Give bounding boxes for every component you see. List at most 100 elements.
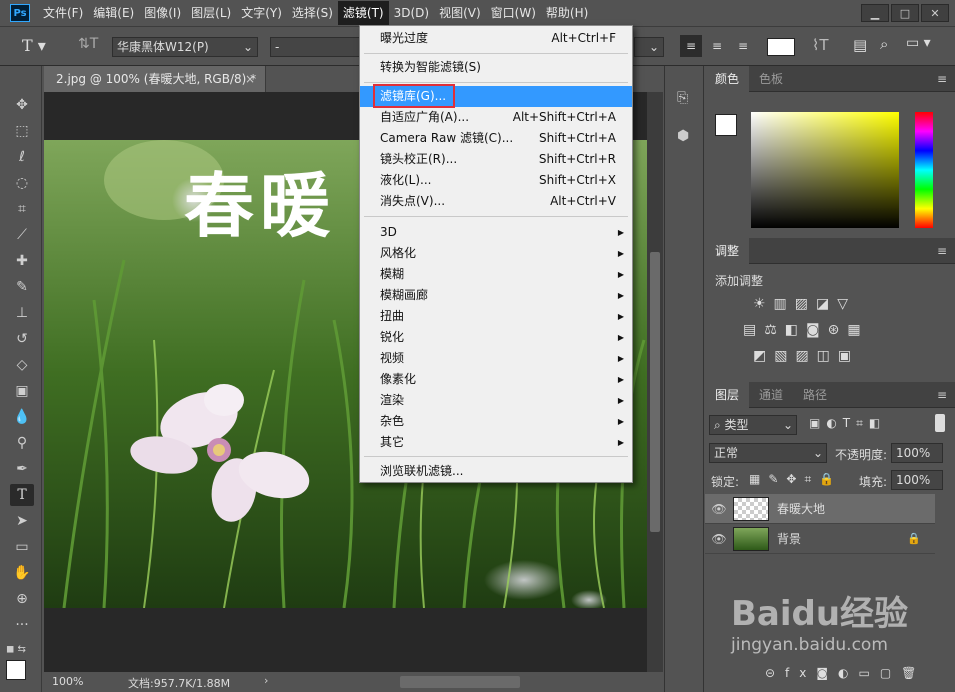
gradient-tool-icon[interactable]: ▣ [10,380,34,402]
foreground-color-swatch[interactable] [6,660,26,680]
menu-select[interactable]: 选择(S) [287,1,338,25]
crop-tool-icon[interactable]: ⌗ [10,198,34,220]
menu-item-liquify[interactable]: 液化(L)... Shift+Ctrl+X [360,170,632,191]
lock-icons[interactable]: ▦✎✥⌗🔒 [749,472,842,487]
lasso-tool-icon[interactable]: ℓ [10,146,34,168]
minimize-button[interactable]: ▁ [861,4,889,22]
menu-filter[interactable]: 滤镜(T) [337,1,389,25]
opacity-input[interactable]: 100% [891,443,943,463]
menu-item-vanishing-point[interactable]: 消失点(V)... Alt+Ctrl+V [360,191,632,212]
menu-item-blur[interactable]: 模糊 ▶ [360,264,632,285]
3d-panel-icon[interactable]: ⬢ [677,128,689,144]
foreground-swatch[interactable] [715,114,737,136]
zoom-level[interactable]: 100% [52,675,83,688]
filter-toggle[interactable] [935,414,945,432]
default-colors-icon[interactable]: ◼ ⇆ [6,644,26,655]
document-tab[interactable]: 2.jpg @ 100% (春暖大地, RGB/8) * × [44,66,266,92]
menu-window[interactable]: 窗口(W) [486,1,541,25]
brush-tool-icon[interactable]: ✎ [10,276,34,298]
search-icon[interactable]: ⌕ [880,35,888,53]
tab-channels[interactable]: 通道 [749,382,793,408]
stamp-tool-icon[interactable]: ⊥ [10,302,34,324]
menu-item-camera-raw[interactable]: Camera Raw 滤镜(C)... Shift+Ctrl+A [360,128,632,149]
adjustment-icons-row-1[interactable]: ☀▥▨◪▽ [753,296,856,312]
text-orientation-icon[interactable]: ⇅T [78,36,98,52]
tab-paths[interactable]: 路径 [793,382,837,408]
menu-type[interactable]: 文字(Y) [236,1,287,25]
adjustment-icons-row-2[interactable]: ▤⚖◧◙⊛▦ [743,322,869,338]
close-tab-icon[interactable]: × [245,66,255,92]
font-style-select[interactable]: - [270,37,360,57]
quick-select-tool-icon[interactable]: ◌ [10,172,34,194]
menu-help[interactable]: 帮助(H) [541,1,593,25]
hand-tool-icon[interactable]: ✋ [10,562,34,584]
layer-row-text[interactable]: 👁 春暖大地 [705,494,935,524]
path-select-icon[interactable]: ➤ [10,510,34,532]
menu-item-render[interactable]: 渲染 ▶ [360,390,632,411]
close-window-button[interactable]: ✕ [921,4,949,22]
align-left-icon[interactable]: ≡ [680,35,702,57]
menu-3d[interactable]: 3D(D) [389,1,434,25]
menu-item-last-filter[interactable]: 曝光过度 Alt+Ctrl+F [360,28,632,49]
rectangle-tool-icon[interactable]: ▭ [10,536,34,558]
menu-item-browse-online[interactable]: 浏览联机滤镜... [360,461,632,482]
eraser-tool-icon[interactable]: ◇ [10,354,34,376]
horizontal-scrollbar[interactable] [400,676,520,688]
dodge-tool-icon[interactable]: ⚲ [10,432,34,454]
color-field[interactable] [751,112,899,228]
menu-item-other[interactable]: 其它 ▶ [360,432,632,453]
tab-swatches[interactable]: 色板 [749,66,793,92]
status-arrow-icon[interactable]: › [264,674,268,687]
history-panel-icon[interactable]: ⎘ [677,90,688,106]
layer-filter-icons[interactable]: ▣◐T⌗◧ [809,416,886,431]
menu-item-blur-gallery[interactable]: 模糊画廊 ▶ [360,285,632,306]
menu-item-distort[interactable]: 扭曲 ▶ [360,306,632,327]
menu-item-smart-filter[interactable]: 转换为智能滤镜(S) [360,57,632,78]
warp-text-icon[interactable]: ⌇T [812,36,829,54]
fill-input[interactable]: 100% [891,470,943,490]
menu-item-3d[interactable]: 3D ▶ [360,222,632,243]
type-tool-icon[interactable]: T [10,484,34,506]
type-tool-preset-icon[interactable]: T ▾ [22,36,46,55]
hue-slider[interactable] [915,112,933,228]
pen-tool-icon[interactable]: ✒ [10,458,34,480]
layer-bottom-icons[interactable]: ⊝fx◙◐▭▢🗑 [765,666,926,680]
panel-menu-icon[interactable]: ≡ [937,72,947,86]
character-panel-icon[interactable]: ▤ [853,36,867,54]
menu-item-stylize[interactable]: 风格化 ▶ [360,243,632,264]
tab-layers[interactable]: 图层 [705,381,750,408]
maximize-button[interactable]: □ [891,4,919,22]
menu-item-sharpen[interactable]: 锐化 ▶ [360,327,632,348]
align-center-icon[interactable]: ≡ [706,35,728,57]
history-brush-icon[interactable]: ↺ [10,328,34,350]
font-family-select[interactable]: 华康黑体W12(P) ⌄ [112,37,258,57]
layer-kind-filter[interactable]: ⌕ 类型 ⌄ [709,415,797,435]
menu-item-lens-correction[interactable]: 镜头校正(R)... Shift+Ctrl+R [360,149,632,170]
menu-view[interactable]: 视图(V) [434,1,486,25]
blur-tool-icon[interactable]: 💧 [10,406,34,428]
text-color-swatch[interactable] [767,38,795,56]
more-tools-icon[interactable]: ··· [10,614,34,636]
tab-adjustments[interactable]: 调整 [705,237,750,264]
blend-mode-select[interactable]: 正常 ⌄ [709,443,827,463]
align-right-icon[interactable]: ≡ [732,35,754,57]
healing-brush-icon[interactable]: ✚ [10,250,34,272]
layer-row-background[interactable]: 👁 背景 🔒 [705,524,935,554]
vertical-scrollbar[interactable] [647,92,663,672]
adjustment-icons-row-3[interactable]: ◩▧▨◫▣ [753,348,859,364]
eyedropper-tool-icon[interactable]: ⟋ [10,224,34,246]
menu-item-noise[interactable]: 杂色 ▶ [360,411,632,432]
menu-item-video[interactable]: 视频 ▶ [360,348,632,369]
menu-file[interactable]: 文件(F) [38,1,88,25]
tab-color[interactable]: 颜色 [705,65,750,92]
menu-image[interactable]: 图像(I) [139,1,186,25]
menu-item-adaptive-wide[interactable]: 自适应广角(A)... Alt+Shift+Ctrl+A [360,107,632,128]
move-tool-icon[interactable]: ✥ [10,94,34,116]
panel-menu-icon[interactable]: ≡ [937,388,947,402]
zoom-tool-icon[interactable]: ⊕ [10,588,34,610]
menu-layer[interactable]: 图层(L) [186,1,236,25]
menu-edit[interactable]: 编辑(E) [88,1,139,25]
workspace-icon[interactable]: ▭ ▾ [906,35,931,51]
eye-icon[interactable]: 👁 [705,532,733,546]
menu-item-pixelate[interactable]: 像素化 ▶ [360,369,632,390]
